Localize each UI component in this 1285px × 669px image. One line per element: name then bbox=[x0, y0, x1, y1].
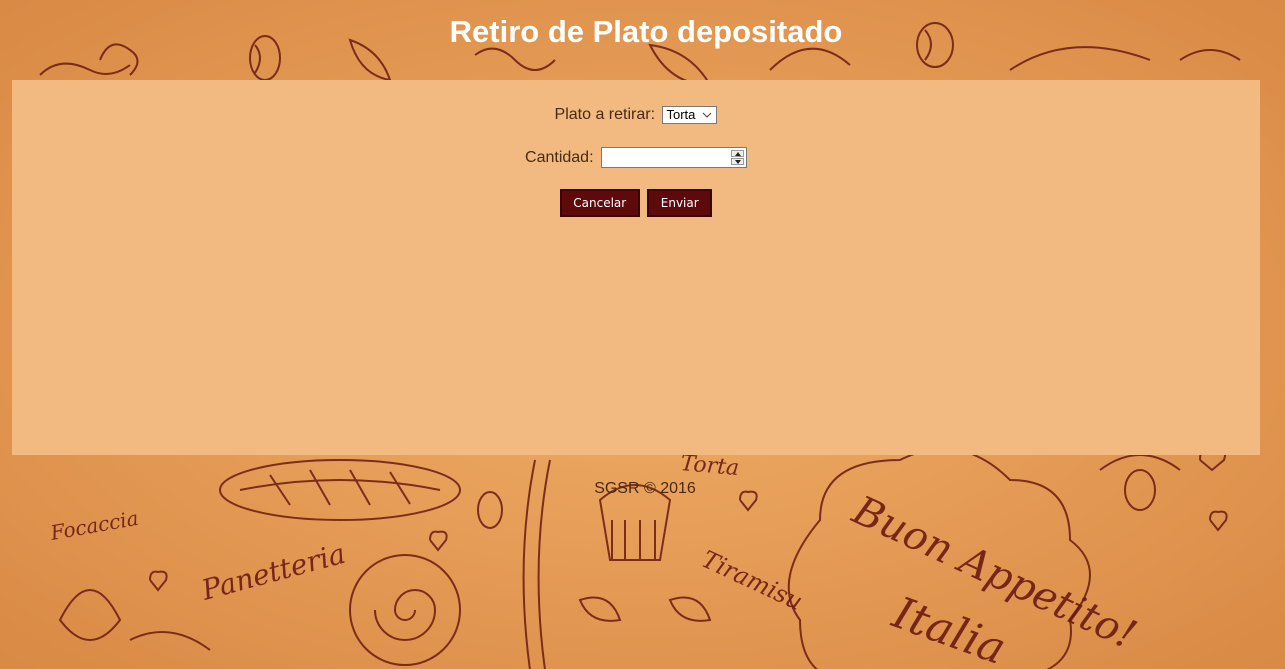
form-actions: Cancelar Enviar bbox=[12, 189, 1260, 217]
cancel-button[interactable]: Cancelar bbox=[559, 189, 640, 217]
stepper-down-button[interactable] bbox=[730, 158, 744, 165]
plato-select[interactable]: Torta bbox=[662, 106, 718, 124]
stepper-up-button[interactable] bbox=[730, 150, 744, 157]
form-panel: Plato a retirar: Torta Cantidad: Cancela… bbox=[12, 80, 1260, 455]
page-title: Retiro de Plato depositado bbox=[449, 14, 843, 49]
arrow-up-icon bbox=[734, 152, 741, 156]
send-button[interactable]: Enviar bbox=[647, 189, 713, 217]
plato-label: Plato a retirar: bbox=[554, 106, 656, 123]
svg-text:Torta: Torta bbox=[679, 451, 740, 481]
cantidad-row: Cantidad: bbox=[12, 147, 1260, 168]
plato-select-value: Torta bbox=[666, 107, 696, 122]
cantidad-input[interactable] bbox=[600, 147, 747, 168]
cantidad-label: Cantidad: bbox=[525, 148, 594, 166]
plato-row: Plato a retirar: Torta bbox=[12, 106, 1260, 124]
quantity-stepper[interactable] bbox=[730, 150, 744, 165]
footer-copyright: SGSR © 2016 bbox=[594, 480, 696, 497]
arrow-down-icon bbox=[734, 160, 741, 164]
chevron-down-icon bbox=[703, 112, 712, 118]
